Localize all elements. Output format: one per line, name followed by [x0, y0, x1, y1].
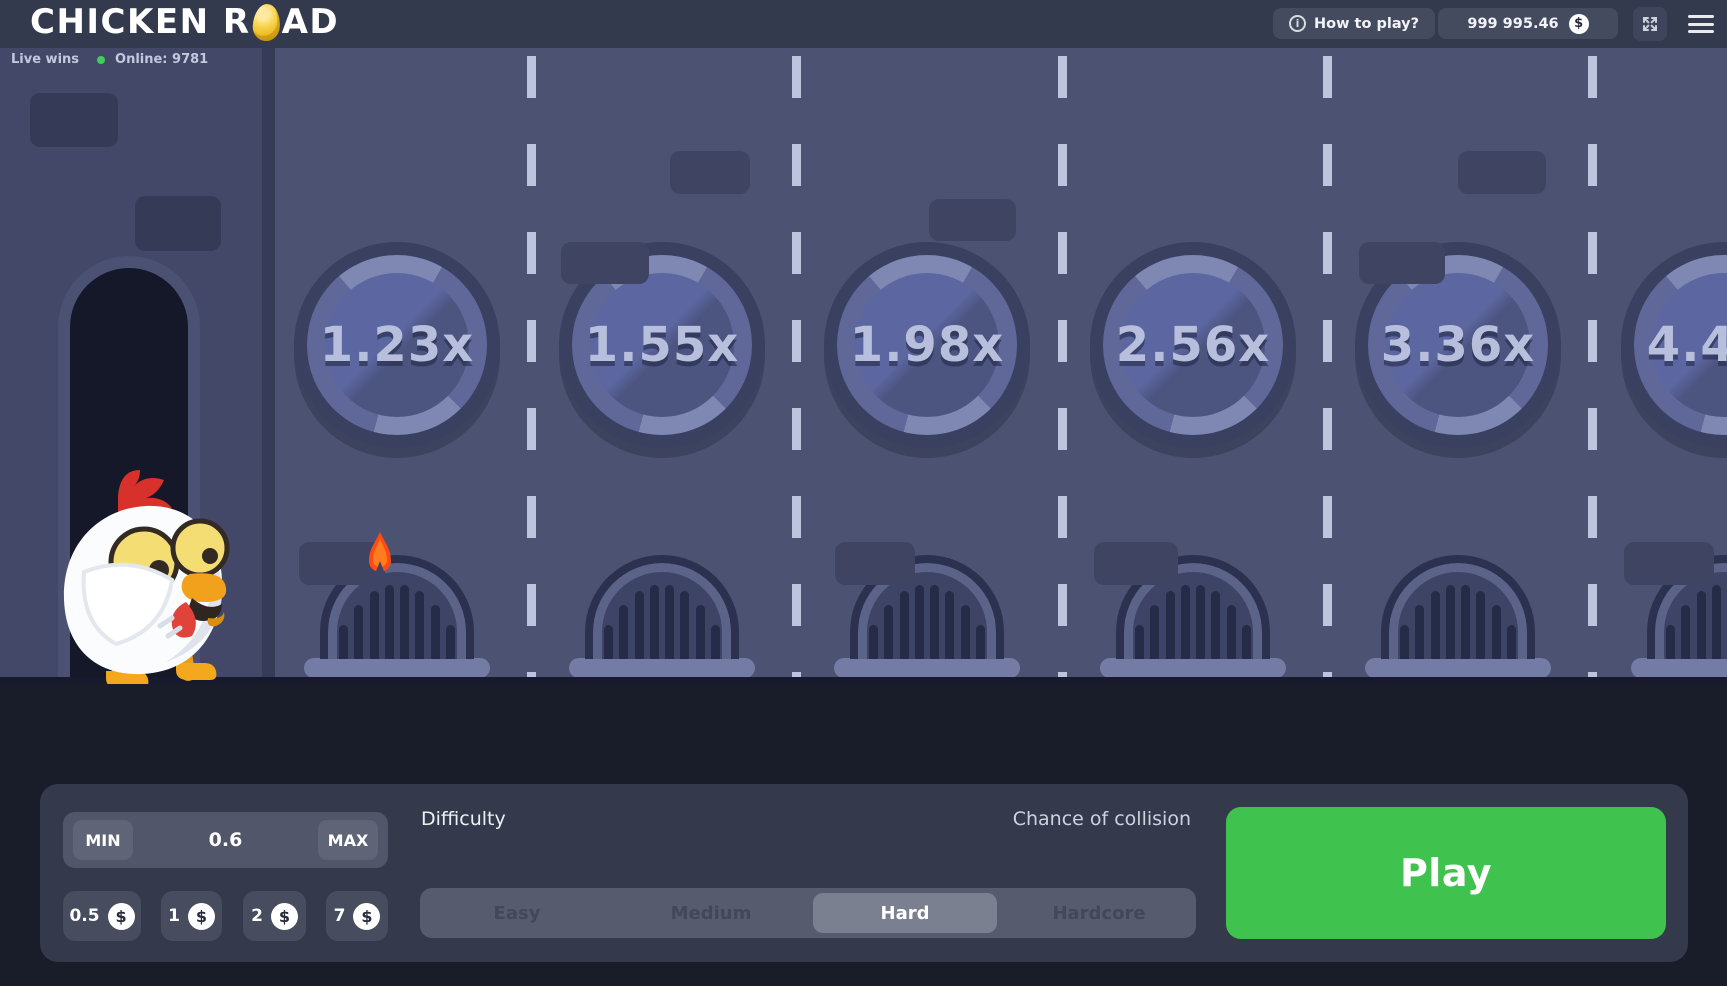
- control-panel: 0.6 MIN MAX 0.5 $ 1 $ 2 $ 7 $ Difficulty…: [40, 784, 1688, 962]
- info-icon: i: [1289, 15, 1306, 32]
- difficulty-tabs: Easy Medium Hard Hardcore: [420, 888, 1196, 938]
- sewer-grate-bars: [604, 563, 720, 659]
- lane-divider: [1588, 56, 1597, 677]
- sewer-grate: [585, 555, 739, 659]
- chip-value: 2: [251, 906, 263, 926]
- dollar-coin-icon: $: [107, 902, 135, 930]
- fullscreen-icon: [1643, 17, 1657, 31]
- sewer-grate-base: [1365, 658, 1551, 678]
- chicken-character: [63, 470, 230, 684]
- chicken-eye-right: [170, 518, 230, 578]
- brick: [1458, 151, 1546, 194]
- balance-display: 999 995.46 $: [1438, 8, 1618, 39]
- live-wins-label: Live wins: [11, 52, 80, 67]
- tab-hard[interactable]: Hard: [808, 888, 1002, 938]
- brick: [929, 199, 1016, 241]
- dollar-coin-icon: $: [353, 902, 381, 930]
- brick: [135, 196, 221, 251]
- chicken-beak-top: [181, 573, 227, 602]
- chip-value: 1: [168, 906, 180, 926]
- bet-amount-box: 0.6 MIN MAX: [63, 812, 388, 868]
- top-bar: CHICKEN R AD i How to play? 999 995.46 $: [0, 0, 1727, 48]
- online-count: Online: 9781: [115, 52, 209, 67]
- brick: [1094, 542, 1178, 585]
- dollar-coin-icon: $: [187, 902, 215, 930]
- sewer-grate-base: [1100, 658, 1286, 678]
- balance-value: 999 995.46: [1467, 15, 1559, 32]
- multiplier-value: 4.42x: [1646, 317, 1727, 373]
- menu-icon[interactable]: [1688, 12, 1714, 36]
- multiplier-circle: 1.23x: [294, 242, 500, 448]
- difficulty-label: Difficulty: [421, 808, 506, 830]
- lane-divider: [1058, 56, 1067, 677]
- quick-bet-0.5-button[interactable]: 0.5 $: [63, 891, 141, 941]
- sewer-grate-base: [304, 658, 490, 678]
- min-bet-button[interactable]: MIN: [73, 820, 133, 860]
- quick-bet-2-button[interactable]: 2 $: [243, 891, 306, 941]
- tab-hardcore[interactable]: Hardcore: [1002, 888, 1196, 938]
- logo-text-suffix: AD: [281, 2, 340, 42]
- sewer-grate-base: [1631, 658, 1727, 678]
- sewer-grate-base: [569, 658, 755, 678]
- fullscreen-button[interactable]: [1633, 7, 1667, 41]
- chance-of-collision-label: Chance of collision: [1012, 808, 1191, 830]
- brick: [835, 542, 915, 585]
- multiplier-circle: 2.56x: [1090, 242, 1296, 448]
- multiplier-value: 2.56x: [1115, 317, 1271, 373]
- brick: [1624, 542, 1714, 585]
- play-button[interactable]: Play: [1226, 807, 1666, 939]
- sewer-grate-base: [834, 658, 1020, 678]
- lane-divider: [527, 56, 536, 677]
- max-bet-button[interactable]: MAX: [318, 820, 378, 860]
- multiplier-value: 1.98x: [849, 317, 1005, 373]
- sewer-grate: [1381, 555, 1535, 659]
- quick-bet-1-button[interactable]: 1 $: [161, 891, 222, 941]
- brick: [1359, 242, 1445, 284]
- chicken-road-app: 1.23x1.55x1.98x2.56x3.36x4.42x: [0, 0, 1727, 986]
- how-to-play-button[interactable]: i How to play?: [1273, 8, 1436, 39]
- lane-divider: [792, 56, 801, 677]
- egg-icon: [251, 2, 281, 42]
- sewer-grate-bars: [1400, 563, 1516, 659]
- online-dot: [97, 55, 106, 64]
- multiplier-value: 1.23x: [319, 317, 475, 373]
- dollar-coin-icon: $: [270, 902, 298, 930]
- live-status-bar: Live wins Online: 9781: [11, 52, 208, 67]
- tab-medium[interactable]: Medium: [614, 888, 808, 938]
- game-field: 1.23x1.55x1.98x2.56x3.36x4.42x: [0, 48, 1727, 684]
- brick: [30, 93, 118, 147]
- chip-value: 0.5: [69, 906, 100, 926]
- chip-value: 7: [333, 906, 346, 926]
- brick: [670, 151, 750, 194]
- flame-icon: [369, 532, 391, 579]
- tab-easy[interactable]: Easy: [420, 888, 614, 938]
- road-edge-line: [0, 677, 1727, 684]
- brick: [561, 242, 649, 284]
- logo-text-prefix: CHICKEN R: [30, 2, 251, 42]
- dollar-coin-icon: $: [1568, 13, 1589, 34]
- how-to-play-label: How to play?: [1314, 15, 1420, 32]
- app-logo: CHICKEN R AD: [30, 2, 339, 42]
- lane-divider: [1323, 56, 1332, 677]
- quick-bet-7-button[interactable]: 7 $: [326, 891, 388, 941]
- multiplier-circle: 4.42x: [1621, 242, 1727, 448]
- start-zone-edge: [262, 48, 275, 677]
- multiplier-circle: 1.98x: [824, 242, 1030, 448]
